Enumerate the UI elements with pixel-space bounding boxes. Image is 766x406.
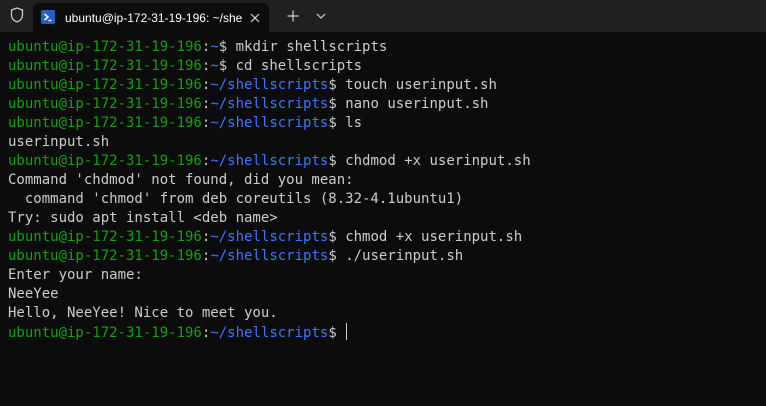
command-text: cd shellscripts [227, 58, 363, 74]
prompt-path: ~/shellscripts [210, 115, 329, 131]
output-line: Try: sudo apt install <deb name> [8, 209, 758, 228]
powershell-icon [41, 10, 55, 24]
chevron-down-icon[interactable] [310, 5, 332, 27]
prompt-line: ubuntu@ip-172-31-19-196:~/shellscripts$ … [8, 152, 758, 171]
terminal-output[interactable]: ubuntu@ip-172-31-19-196:~$ mkdir shellsc… [8, 38, 758, 400]
prompt-user-host: ubuntu@ip-172-31-19-196 [8, 248, 202, 264]
prompt-path: ~/shellscripts [210, 77, 329, 93]
output-text: Try: sudo apt install <deb name> [8, 210, 278, 226]
prompt-line: ubuntu@ip-172-31-19-196:~/shellscripts$ … [8, 247, 758, 266]
prompt-symbol: $ [218, 58, 228, 74]
tab-title: ubuntu@ip-172-31-19-196: ~/shellscripts [65, 11, 243, 25]
prompt-user-host: ubuntu@ip-172-31-19-196 [8, 325, 202, 341]
terminal-window: ubuntu@ip-172-31-19-196: ~/shellscripts … [0, 0, 766, 406]
prompt-user-host: ubuntu@ip-172-31-19-196 [8, 39, 202, 55]
prompt-path: ~ [210, 58, 219, 74]
output-line: Hello, NeeYee! Nice to meet you. [8, 304, 758, 323]
prompt-path: ~/shellscripts [210, 229, 329, 245]
prompt-path: ~/shellscripts [210, 325, 329, 341]
output-line: Command 'chdmod' not found, did you mean… [8, 171, 758, 190]
command-text: chdmod +x userinput.sh [336, 153, 531, 169]
prompt-user-host: ubuntu@ip-172-31-19-196 [8, 115, 202, 131]
text-cursor [346, 323, 348, 340]
output-text: Hello, NeeYee! Nice to meet you. [8, 305, 278, 321]
output-text: Enter your name: [8, 267, 143, 283]
prompt-user-host: ubuntu@ip-172-31-19-196 [8, 77, 202, 93]
tab-terminal[interactable]: ubuntu@ip-172-31-19-196: ~/shellscripts [33, 3, 269, 32]
output-text: command 'chmod' from deb coreutils (8.32… [8, 191, 464, 207]
prompt-line: ubuntu@ip-172-31-19-196:~/shellscripts$ … [8, 228, 758, 247]
command-text: ls [336, 115, 363, 131]
output-text: userinput.sh [8, 134, 110, 150]
prompt-symbol: $ [328, 229, 337, 245]
output-line: NeeYee [8, 285, 758, 304]
output-text: Command 'chdmod' not found, did you mean… [8, 172, 354, 188]
output-line: userinput.sh [8, 133, 758, 152]
shield-icon[interactable] [6, 4, 28, 26]
prompt-path: ~/shellscripts [210, 153, 329, 169]
prompt-symbol: $ [328, 77, 337, 93]
prompt-line: ubuntu@ip-172-31-19-196:~$ cd shellscrip… [8, 57, 758, 76]
command-text [337, 325, 345, 341]
command-text: ./userinput.sh [336, 248, 464, 264]
prompt-user-host: ubuntu@ip-172-31-19-196 [8, 229, 202, 245]
command-text: nano userinput.sh [336, 96, 489, 112]
prompt-line: ubuntu@ip-172-31-19-196:~/shellscripts$ … [8, 95, 758, 114]
prompt-symbol: $ [328, 115, 337, 131]
command-text: mkdir shellscripts [227, 39, 388, 55]
output-text: NeeYee [8, 286, 59, 302]
close-icon[interactable] [247, 10, 263, 26]
prompt-symbol: $ [328, 96, 337, 112]
prompt-path: ~/shellscripts [210, 248, 329, 264]
command-text: chmod +x userinput.sh [336, 229, 523, 245]
title-bar: ubuntu@ip-172-31-19-196: ~/shellscripts [0, 0, 766, 32]
prompt-line: ubuntu@ip-172-31-19-196:~/shellscripts$ … [8, 76, 758, 95]
prompt-symbol: $ [328, 325, 337, 341]
prompt-path: ~/shellscripts [210, 96, 329, 112]
command-text: touch userinput.sh [336, 77, 497, 93]
prompt-user-host: ubuntu@ip-172-31-19-196 [8, 96, 202, 112]
new-tab-plus-icon[interactable] [282, 5, 304, 27]
output-line: Enter your name: [8, 266, 758, 285]
prompt-symbol: $ [328, 153, 337, 169]
prompt-user-host: ubuntu@ip-172-31-19-196 [8, 153, 202, 169]
prompt-line: ubuntu@ip-172-31-19-196:~$ mkdir shellsc… [8, 38, 758, 57]
prompt-line: ubuntu@ip-172-31-19-196:~/shellscripts$ [8, 323, 758, 342]
prompt-path: ~ [210, 39, 219, 55]
prompt-symbol: $ [328, 248, 337, 264]
prompt-user-host: ubuntu@ip-172-31-19-196 [8, 58, 202, 74]
prompt-symbol: $ [218, 39, 228, 55]
prompt-line: ubuntu@ip-172-31-19-196:~/shellscripts$ … [8, 114, 758, 133]
output-line: command 'chmod' from deb coreutils (8.32… [8, 190, 758, 209]
